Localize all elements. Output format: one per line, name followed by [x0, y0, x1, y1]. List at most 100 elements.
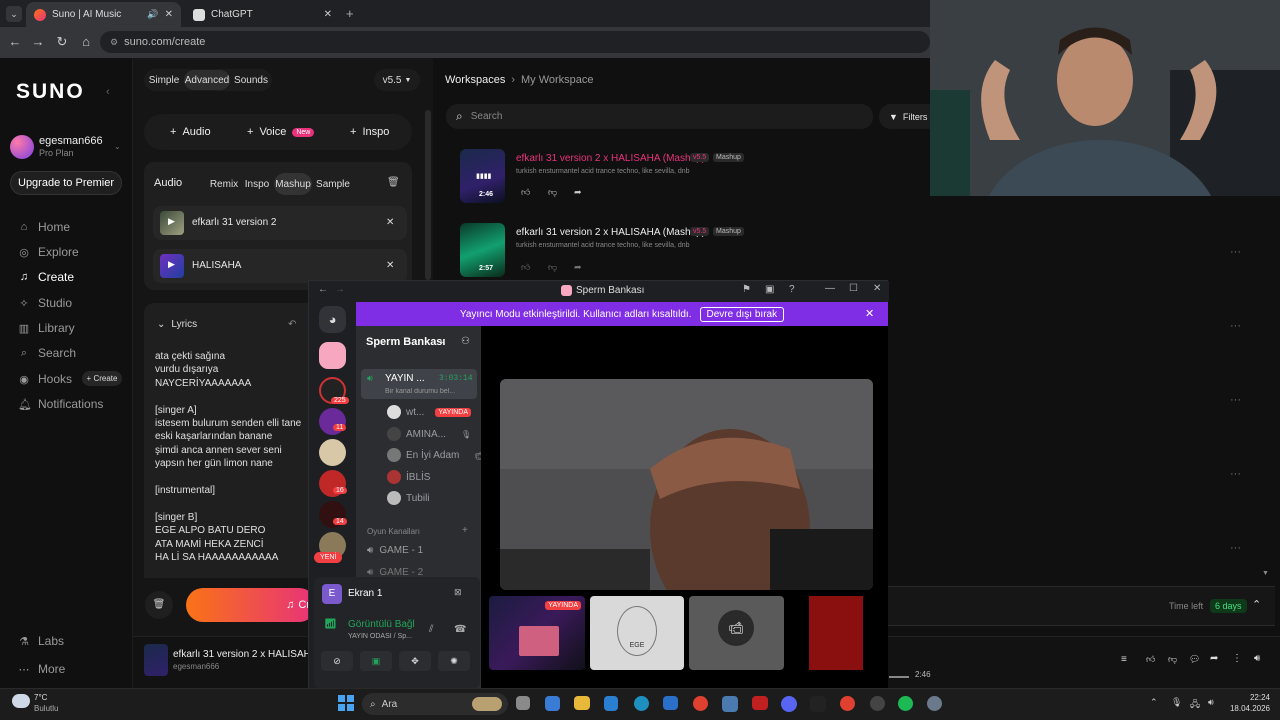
thumbs-down-icon[interactable]: 👎︎ [548, 262, 557, 273]
avatar[interactable] [10, 135, 34, 159]
sidebar-item-more[interactable]: ⋯ More [18, 662, 66, 676]
help-icon[interactable]: ? [789, 284, 795, 295]
thumbs-up-icon[interactable]: 👍︎ [1146, 654, 1155, 665]
clock-time[interactable]: 22:24 [1230, 693, 1270, 702]
breadcrumb-workspaces[interactable]: Workspaces [445, 74, 505, 86]
maximize-icon[interactable]: ☐ [849, 283, 858, 294]
queue-icon[interactable]: ≡ [1121, 654, 1127, 665]
add-friend-icon[interactable]: ⚇ [461, 336, 470, 347]
server-sperm-bankasi[interactable] [319, 342, 346, 369]
volume-icon[interactable]: 🔊︎ [1254, 653, 1260, 664]
task-view-icon[interactable] [516, 696, 530, 710]
add-inspo-button[interactable]: + Inspo [350, 126, 389, 138]
panel-scrollbar[interactable] [425, 110, 431, 280]
tray-chevron-icon[interactable]: ⌃ [1150, 697, 1158, 708]
sidebar-item-studio[interactable]: ✧ Studio [18, 296, 72, 310]
sidebar-item-home[interactable]: ⌂ Home [18, 220, 70, 234]
connection-status[interactable]: Görüntülü Bağl [348, 619, 415, 630]
clear-button[interactable]: 🗑︎ [145, 591, 173, 619]
voice-member[interactable]: En İyi Adam 📹︎ [387, 448, 485, 462]
outlook-icon[interactable] [663, 696, 678, 710]
sidebar-item-library[interactable]: ▥ Library [18, 321, 75, 335]
voice-channel[interactable]: 🔊︎ GAME - 2 [367, 567, 423, 575]
voice-member[interactable]: İBLİS [387, 470, 430, 484]
mode-advanced[interactable]: Advanced [184, 70, 230, 90]
mode-sounds[interactable]: Sounds [233, 69, 269, 91]
reload-icon[interactable]: ↻ [53, 33, 71, 51]
search-input[interactable]: ⌕ Search [446, 104, 873, 129]
lyrics-textarea[interactable]: ata çekti sağına vurdu dışarıya NAYCERİYAA… [155, 350, 305, 564]
url-input[interactable]: ⚙ suno.com/create [100, 31, 930, 53]
share-icon[interactable]: ➦ [574, 262, 582, 273]
sidebar-item-hooks[interactable]: ◉ Hooks [18, 372, 72, 386]
screen-share-name[interactable]: Ekran 1 [348, 588, 382, 599]
site-info-icon[interactable]: ⚙ [110, 37, 118, 48]
activities-button[interactable]: ✥ [399, 651, 431, 671]
notepad-icon[interactable] [604, 696, 618, 711]
chevron-up-icon[interactable]: ⌃ [1252, 598, 1261, 611]
voice-member[interactable]: Tubili [387, 491, 430, 505]
suno-logo[interactable]: SUNO [16, 80, 85, 104]
disconnect-icon[interactable]: ☎ [454, 624, 466, 635]
scroll-down-icon[interactable]: ▼ [1262, 570, 1269, 577]
mic-icon[interactable]: 🎙︎ [1171, 697, 1182, 708]
sidebar-item-search[interactable]: ⌕ Search [18, 346, 76, 360]
volume-icon[interactable]: 🔊︎ [1208, 697, 1214, 708]
collapse-sidebar-icon[interactable]: ‹ [106, 86, 110, 98]
thumbs-up-icon[interactable]: 👍︎ [521, 262, 530, 273]
edge-icon[interactable] [634, 696, 649, 711]
sidebar-item-labs[interactable]: ⚗ Labs [18, 634, 64, 648]
add-voice-button[interactable]: + Voice New [247, 126, 315, 138]
inbox-icon[interactable]: ▣ [765, 284, 774, 295]
thumbs-down-icon[interactable]: 👎︎ [1168, 654, 1177, 665]
player-title[interactable]: efkarlı 31 version 2 x HALISAHA (M [173, 649, 308, 660]
back-icon[interactable]: ← [318, 284, 328, 295]
sidebar-item-notifications[interactable]: 🔔︎ Notifications [18, 397, 103, 411]
server-name[interactable]: Sperm Bankası [366, 336, 445, 348]
comment-icon[interactable]: 💬︎ [1189, 654, 1200, 665]
server-icon[interactable] [319, 439, 346, 466]
more-options-icon[interactable]: ··· [1230, 394, 1241, 406]
player-artist[interactable]: egesman666 [173, 662, 219, 671]
category-header[interactable]: Oyun Kanalları [367, 527, 420, 536]
create-button[interactable]: ♫ Cr [186, 588, 316, 622]
server-icon[interactable]: 16 [319, 470, 347, 497]
add-channel-icon[interactable]: + [462, 525, 468, 536]
noise-suppression-icon[interactable]: ⫽ [429, 624, 433, 635]
song-title[interactable]: efkarlı 31 version 2 x HALISAHA (Mashup) [516, 153, 705, 164]
minimize-icon[interactable]: — [825, 283, 835, 294]
undo-icon[interactable]: ↶ [288, 319, 296, 330]
remove-track-icon[interactable]: ✕ [386, 217, 394, 228]
chrome-icon[interactable] [840, 696, 855, 711]
player-cover[interactable] [144, 644, 168, 676]
stop-share-icon[interactable]: ⊠ [454, 587, 462, 598]
clock-date[interactable]: 18.04.2026 [1222, 704, 1270, 713]
app-icon[interactable] [752, 696, 768, 710]
windows-start-icon[interactable] [338, 695, 354, 711]
pin-icon[interactable]: ⚑ [742, 284, 751, 295]
thumbs-down-icon[interactable]: 👎︎ [548, 187, 557, 198]
play-icon[interactable]: ▶ [168, 216, 175, 227]
close-banner-icon[interactable]: ✕ [865, 307, 874, 320]
audio-tab-remix[interactable]: Remix [208, 173, 240, 195]
screen-share-button[interactable]: ▣ [360, 651, 392, 671]
more-options-icon[interactable]: ··· [1230, 468, 1241, 480]
remove-track-icon[interactable]: ✕ [386, 260, 394, 271]
play-icon[interactable]: ▶ [168, 259, 175, 270]
forward-icon[interactable]: → [335, 284, 345, 295]
more-options-icon[interactable]: ··· [1230, 542, 1241, 554]
thumb-participant[interactable]: EGE [590, 596, 684, 670]
server-icon[interactable]: 225 [319, 377, 349, 404]
sidebar-item-explore[interactable]: ◎ Explore [18, 245, 79, 259]
disable-streamer-mode-button[interactable]: Devre dışı bırak [699, 306, 785, 322]
app-icon[interactable] [870, 696, 885, 711]
settings-icon[interactable] [927, 696, 942, 711]
mode-simple[interactable]: Simple [148, 69, 180, 91]
more-options-icon[interactable]: ··· [1230, 246, 1241, 258]
trash-icon[interactable]: 🗑︎ [387, 177, 400, 188]
thumb-participant[interactable] [809, 596, 863, 670]
tab-list-chevron-icon[interactable]: ⌄ [6, 6, 22, 22]
share-icon[interactable]: ➦ [1210, 653, 1218, 664]
tab-suno[interactable]: Suno | AI Music 🔊 ✕ [26, 2, 181, 27]
weather-icon[interactable] [12, 694, 30, 708]
